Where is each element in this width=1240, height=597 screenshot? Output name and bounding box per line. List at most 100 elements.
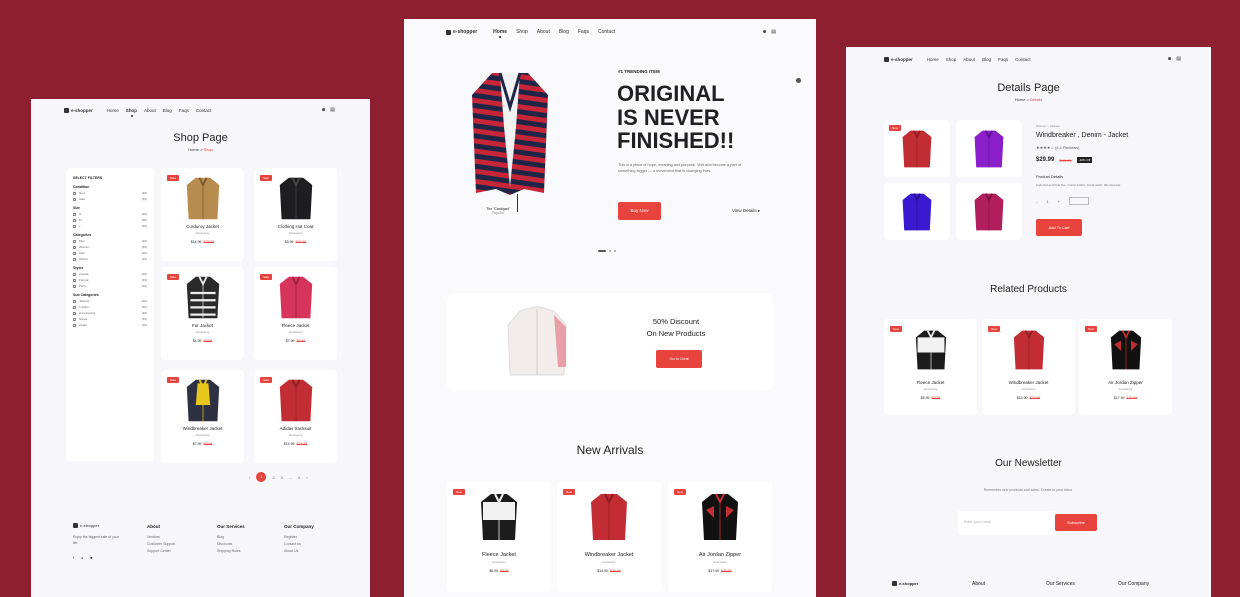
page-button[interactable]: 6: [298, 475, 300, 480]
product-name[interactable]: Fleece Jacket: [884, 380, 977, 385]
checkbox[interactable]: [73, 278, 76, 282]
nav-contact[interactable]: Contact: [1015, 57, 1031, 62]
filter-option[interactable]: M (30): [73, 218, 147, 222]
nav-home[interactable]: Home: [493, 29, 507, 38]
cart-icon[interactable]: ▤: [330, 107, 335, 113]
nav-blog[interactable]: Blog: [559, 29, 569, 35]
page-button[interactable]: 3: [281, 475, 283, 480]
nav-home[interactable]: Home: [107, 108, 119, 113]
product-name[interactable]: Windbreaker Jacket: [557, 552, 661, 558]
filter-option[interactable]: Others (10): [73, 257, 147, 261]
page-button[interactable]: ‹: [249, 475, 250, 480]
nav-faqs[interactable]: Faqs: [179, 108, 189, 113]
product-name[interactable]: Adidas tracksuit: [254, 426, 337, 431]
email-input[interactable]: Enter your e-mail: [958, 511, 1055, 535]
checkbox[interactable]: [73, 284, 76, 288]
checkbox[interactable]: [73, 323, 76, 327]
product-name[interactable]: Air Jordan Zipper: [1079, 380, 1172, 385]
twitter-icon[interactable]: ●: [81, 556, 83, 560]
nav-shop[interactable]: Shop: [126, 108, 137, 117]
product-thumbnail[interactable]: [884, 183, 950, 240]
filter-option[interactable]: Accessories (20): [73, 311, 147, 315]
checkbox[interactable]: [73, 272, 76, 276]
nav-contact[interactable]: Contact: [598, 29, 615, 35]
instagram-icon[interactable]: ■: [90, 556, 92, 560]
checkbox[interactable]: [73, 212, 76, 216]
filter-option[interactable]: Kids (20): [73, 251, 147, 255]
logo[interactable]: e-shopper: [446, 29, 477, 35]
product-name[interactable]: Fleece Jacket: [254, 323, 337, 328]
product-card[interactable]: New Air Jordan Zipper Accessory $17.49 $25.9…: [1079, 319, 1172, 415]
page-button-active[interactable]: 1: [256, 472, 267, 482]
nav-contact[interactable]: Contact: [196, 108, 212, 113]
carousel-next-icon[interactable]: [796, 78, 801, 83]
checkbox[interactable]: [73, 299, 76, 303]
product-card[interactable]: Sale Fur Jacket Accessory $4.99 $9.99: [161, 267, 244, 360]
checkbox[interactable]: [73, 191, 76, 195]
product-card[interactable]: New Fleece Jacket Accessory $5.99 $9.99: [447, 482, 551, 592]
qty-plus-button[interactable]: +: [1058, 199, 1060, 204]
product-thumbnail[interactable]: [956, 183, 1022, 240]
filter-option[interactable]: Formal (30): [73, 278, 147, 282]
filter-option[interactable]: T-shirts (30): [73, 305, 147, 309]
filter-option[interactable]: Coats (10): [73, 323, 147, 327]
nav-about[interactable]: About: [144, 108, 156, 113]
product-card[interactable]: Sale Clothing Hot Coat Accessory $9.99 $20.9…: [254, 168, 337, 261]
nav-about[interactable]: About: [963, 57, 975, 62]
checkbox[interactable]: [73, 218, 76, 222]
buy-now-button[interactable]: Buy Now: [618, 202, 661, 220]
product-name[interactable]: Air Jordan Zipper: [668, 552, 772, 558]
footer-link[interactable]: Support Center: [147, 549, 175, 553]
filter-option[interactable]: New (20): [73, 191, 147, 195]
product-card[interactable]: Sale Fleece Jacket Accessory $7.99 $9.99: [254, 267, 337, 360]
product-card[interactable]: New Windbreaker Jacket Accessory $14.90 $25.…: [982, 319, 1075, 415]
product-card[interactable]: Sale Windbreaker Jacket Accessory $7.99 $9.9…: [161, 370, 244, 463]
product-card[interactable]: New Windbreaker Jacket Accessory $14.90 $25.…: [557, 482, 661, 592]
product-name[interactable]: Windbreaker Jacket: [982, 380, 1075, 385]
footer-link[interactable]: Contact us: [284, 542, 314, 546]
product-thumbnail[interactable]: [956, 120, 1022, 177]
view-details-link[interactable]: View Details ▸: [732, 208, 760, 214]
page-button[interactable]: 2: [272, 475, 274, 480]
footer-link[interactable]: About Us: [284, 549, 314, 553]
page-button[interactable]: ›: [306, 475, 307, 480]
filter-option[interactable]: Casual (20): [73, 272, 147, 276]
product-name[interactable]: Clothing Hot Coat: [254, 224, 337, 229]
facebook-icon[interactable]: f: [73, 556, 74, 560]
checkbox[interactable]: [73, 197, 76, 201]
checkbox[interactable]: [73, 305, 76, 309]
checkbox[interactable]: [73, 311, 76, 315]
filter-option[interactable]: L (20): [73, 224, 147, 228]
cart-icon[interactable]: ▤: [771, 29, 776, 35]
product-name[interactable]: Windbreaker Jacket: [161, 426, 244, 431]
logo[interactable]: e-shopper: [884, 56, 913, 62]
product-name[interactable]: Fur Jacket: [161, 323, 244, 328]
filter-option[interactable]: Shoes (10): [73, 317, 147, 321]
quantity-stepper[interactable]: - 1 +: [1036, 197, 1089, 205]
filter-option[interactable]: Sale (10): [73, 197, 147, 201]
user-icon[interactable]: ☻: [1167, 56, 1172, 62]
user-icon[interactable]: ☻: [321, 107, 326, 113]
product-card[interactable]: New Fleece Jacket Accessory $5.99 $9.99: [884, 319, 977, 415]
product-card[interactable]: Sale Corduroy Jacket Accessory $14.99 $25.99: [161, 168, 244, 261]
user-icon[interactable]: ☻: [762, 29, 767, 35]
product-card[interactable]: Sale Adidas tracksuit Accessory $14.99 $25.9…: [254, 370, 337, 463]
nav-faqs[interactable]: Faqs: [998, 57, 1008, 62]
product-thumbnail[interactable]: New: [884, 120, 950, 177]
nav-blog[interactable]: Blog: [982, 57, 991, 62]
checkbox[interactable]: [73, 251, 76, 255]
add-to-cart-button[interactable]: Add To Cart: [1036, 219, 1082, 236]
go-to-deal-button[interactable]: Go to Deal: [656, 350, 702, 368]
footer-link[interactable]: Customer Support: [147, 542, 175, 546]
qty-value[interactable]: 1: [1046, 199, 1048, 204]
nav-shop[interactable]: Shop: [516, 29, 528, 35]
qty-minus-button[interactable]: -: [1036, 199, 1037, 204]
footer-link[interactable]: Vendors: [147, 535, 175, 539]
filter-option[interactable]: Jackets (20): [73, 299, 147, 303]
carousel-dot-active[interactable]: [598, 250, 606, 252]
carousel-dot[interactable]: [614, 250, 616, 252]
nav-shop[interactable]: Shop: [946, 57, 957, 62]
footer-link[interactable]: Register: [284, 535, 314, 539]
carousel-dot[interactable]: [609, 250, 611, 252]
checkbox[interactable]: [73, 239, 76, 243]
